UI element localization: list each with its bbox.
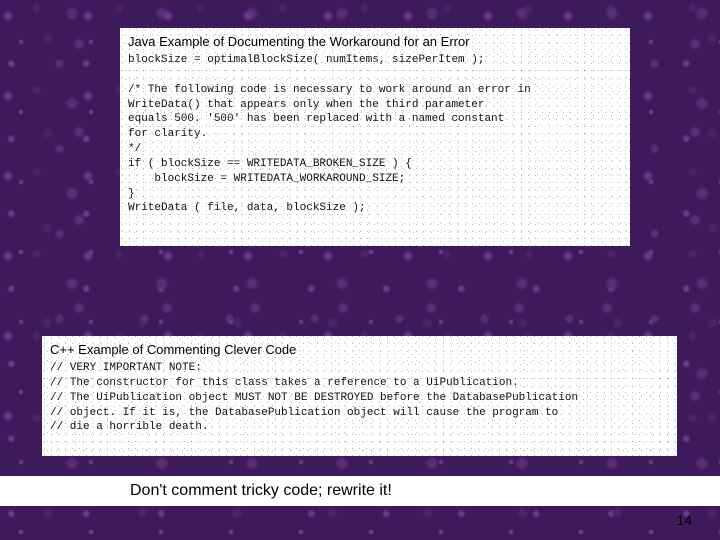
code-box-2-title: C++ Example of Commenting Clever Code (50, 342, 669, 357)
code-example-box-1: Java Example of Documenting the Workarou… (120, 28, 630, 246)
slide-caption: Don't comment tricky code; rewrite it! (130, 482, 392, 500)
code-example-box-2: C++ Example of Commenting Clever Code //… (42, 336, 677, 456)
page-number: 14 (676, 512, 692, 528)
code-box-1-title: Java Example of Documenting the Workarou… (128, 34, 622, 49)
code-box-2-body: // VERY IMPORTANT NOTE: // The construct… (50, 361, 669, 435)
code-box-1-body: blockSize = optimalBlockSize( numItems, … (128, 53, 622, 216)
